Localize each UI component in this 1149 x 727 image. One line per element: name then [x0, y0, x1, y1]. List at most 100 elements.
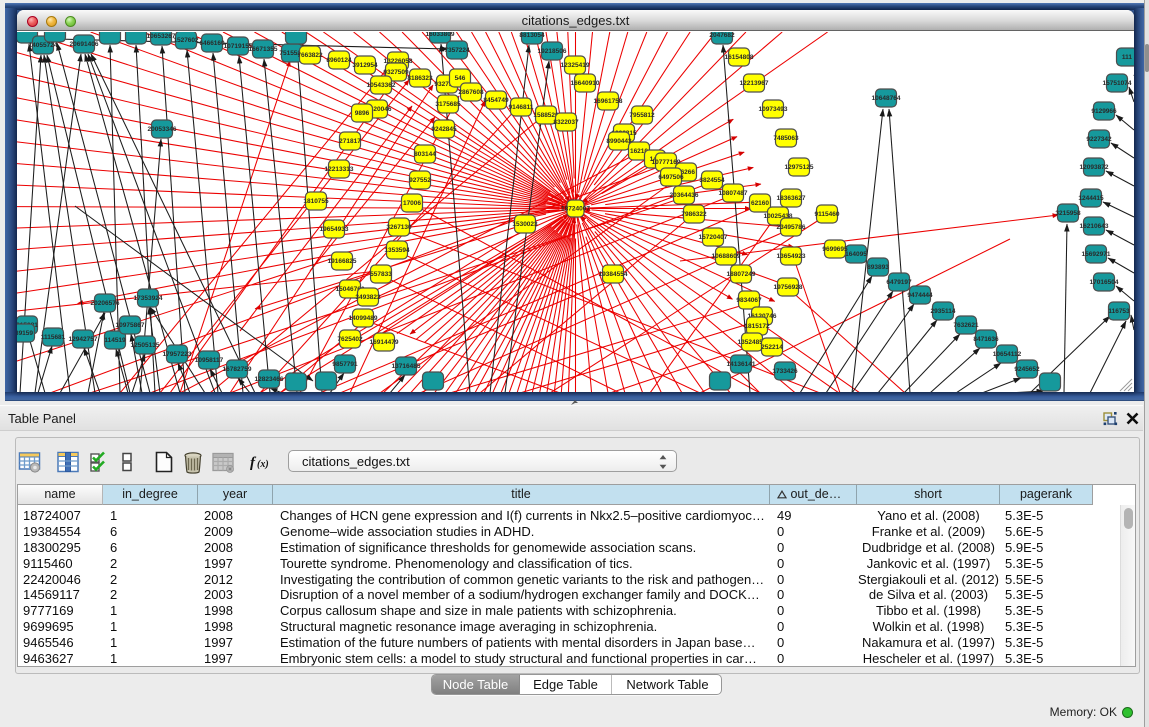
svg-text:7986322: 7986322 [681, 211, 707, 218]
svg-text:3175685: 3175685 [435, 101, 461, 108]
svg-text:8813054: 8813054 [519, 32, 545, 39]
svg-text:14099489: 14099489 [349, 315, 378, 322]
svg-text:9834067: 9834067 [736, 297, 762, 304]
svg-text:20691406: 20691406 [70, 41, 99, 48]
svg-text:3215958: 3215958 [1055, 210, 1081, 217]
svg-text:8322037: 8322037 [553, 119, 579, 126]
svg-text:f: f [250, 455, 257, 471]
svg-text:15692971: 15692971 [1082, 251, 1111, 258]
svg-text:1815172: 1815172 [744, 323, 770, 330]
svg-text:8990443: 8990443 [606, 138, 632, 145]
svg-text:546: 546 [455, 75, 466, 82]
svg-text:3493822: 3493822 [355, 294, 381, 301]
svg-text:9129966: 9129966 [1091, 108, 1117, 115]
svg-text:13654923: 13654923 [777, 253, 806, 260]
svg-text:20206576: 20206576 [91, 300, 120, 307]
svg-text:3267130: 3267130 [386, 224, 412, 231]
svg-text:271817: 271817 [339, 138, 361, 145]
svg-text:1353594: 1353594 [384, 247, 410, 254]
svg-text:62160: 62160 [751, 200, 769, 207]
svg-text:10975867: 10975867 [116, 322, 145, 329]
svg-text:12975125: 12975125 [785, 164, 814, 171]
svg-text:23495786: 23495786 [777, 224, 806, 231]
svg-text:3824554: 3824554 [699, 177, 725, 184]
svg-text:19756928: 19756928 [774, 284, 803, 291]
svg-text:9474444: 9474444 [907, 292, 933, 299]
svg-text:12093872: 12093872 [1080, 164, 1109, 171]
svg-text:8186323: 8186323 [407, 75, 433, 82]
svg-text:7485063: 7485063 [773, 135, 799, 142]
svg-text:10807487: 10807487 [719, 190, 748, 197]
svg-text:12505135: 12505135 [131, 342, 160, 349]
svg-text:1527602: 1527602 [173, 37, 199, 44]
svg-text:10973493: 10973493 [759, 106, 788, 113]
svg-text:19218506: 19218506 [538, 48, 567, 55]
svg-text:6479197: 6479197 [886, 279, 912, 286]
svg-text:6466160: 6466160 [199, 40, 225, 47]
svg-text:3912954: 3912954 [352, 62, 378, 69]
svg-text:16961758: 16961758 [594, 98, 623, 105]
svg-text:14055724: 14055724 [29, 42, 58, 49]
svg-text:17353924: 17353924 [134, 295, 163, 302]
svg-text:19654933: 19654933 [320, 226, 349, 233]
svg-text:8471636: 8471636 [973, 336, 999, 343]
svg-text:16914479: 16914479 [370, 339, 399, 346]
svg-text:9896: 9896 [355, 110, 370, 117]
svg-text:9699695: 9699695 [822, 246, 848, 253]
svg-text:9115460: 9115460 [815, 211, 840, 218]
svg-text:12823466: 12823466 [255, 376, 284, 383]
svg-text:17016504: 17016504 [1090, 279, 1119, 286]
svg-text:6497506: 6497506 [658, 174, 684, 181]
svg-text:114519: 114519 [104, 337, 126, 344]
svg-text:19384554: 19384554 [599, 271, 628, 278]
svg-text:2867608: 2867608 [458, 89, 484, 96]
svg-text:1810755: 1810755 [303, 198, 329, 205]
svg-text:12213313: 12213313 [325, 166, 354, 173]
svg-text:7632621: 7632621 [953, 322, 979, 329]
svg-text:18724007: 18724007 [561, 206, 590, 213]
svg-text:17957223: 17957223 [163, 351, 192, 358]
svg-text:12942757: 12942757 [69, 336, 98, 343]
svg-text:10648764: 10648764 [872, 95, 901, 102]
svg-text:7357224: 7357224 [444, 47, 470, 54]
svg-text:13716485: 13716485 [392, 363, 421, 370]
svg-text:7955812: 7955812 [629, 112, 655, 119]
svg-text:17006: 17006 [403, 200, 421, 207]
svg-text:9242845: 9242845 [431, 126, 457, 133]
svg-text:2935114: 2935114 [931, 308, 956, 315]
svg-text:7663822: 7663822 [297, 52, 323, 59]
svg-text:10543362: 10543362 [367, 82, 396, 89]
svg-text:20364436: 20364436 [670, 192, 699, 199]
svg-text:20053346: 20053346 [148, 126, 177, 133]
svg-text:10958117: 10958117 [195, 357, 224, 364]
svg-text:(x): (x) [257, 459, 269, 470]
svg-text:16033809: 16033809 [426, 32, 455, 38]
svg-text:9857791: 9857791 [332, 361, 358, 368]
svg-text:16154808: 16154808 [725, 54, 754, 61]
svg-text:8454749: 8454749 [483, 97, 509, 104]
svg-text:12213967: 12213967 [740, 80, 769, 87]
svg-text:9327509: 9327509 [383, 69, 409, 76]
svg-text:16782759: 16782759 [223, 366, 252, 373]
svg-text:164095: 164095 [845, 251, 867, 258]
svg-text:803144: 803144 [414, 151, 436, 158]
svg-text:927552: 927552 [409, 177, 431, 184]
svg-text:9146811: 9146811 [509, 104, 534, 111]
svg-text:9227342: 9227342 [1086, 136, 1112, 143]
svg-text:16210643: 16210643 [1080, 223, 1109, 230]
svg-text:9245652: 9245652 [1014, 366, 1040, 373]
svg-text:15720407: 15720407 [699, 234, 728, 241]
svg-text:252214: 252214 [761, 344, 783, 351]
svg-text:1733426: 1733426 [772, 368, 798, 375]
svg-text:557833: 557833 [370, 271, 392, 278]
svg-text:2047682: 2047682 [709, 32, 735, 39]
svg-text:19166825: 19166825 [328, 258, 357, 265]
svg-text:111: 111 [1122, 54, 1133, 61]
svg-text:1244415: 1244415 [1078, 195, 1104, 202]
svg-text:15751074: 15751074 [1103, 80, 1132, 87]
svg-text:16640910: 16640910 [571, 80, 600, 87]
svg-text:10653267: 10653267 [147, 33, 176, 40]
svg-text:14136141: 14136141 [727, 361, 756, 368]
svg-text:18807249: 18807249 [727, 271, 756, 278]
svg-text:116753: 116753 [1108, 308, 1130, 315]
